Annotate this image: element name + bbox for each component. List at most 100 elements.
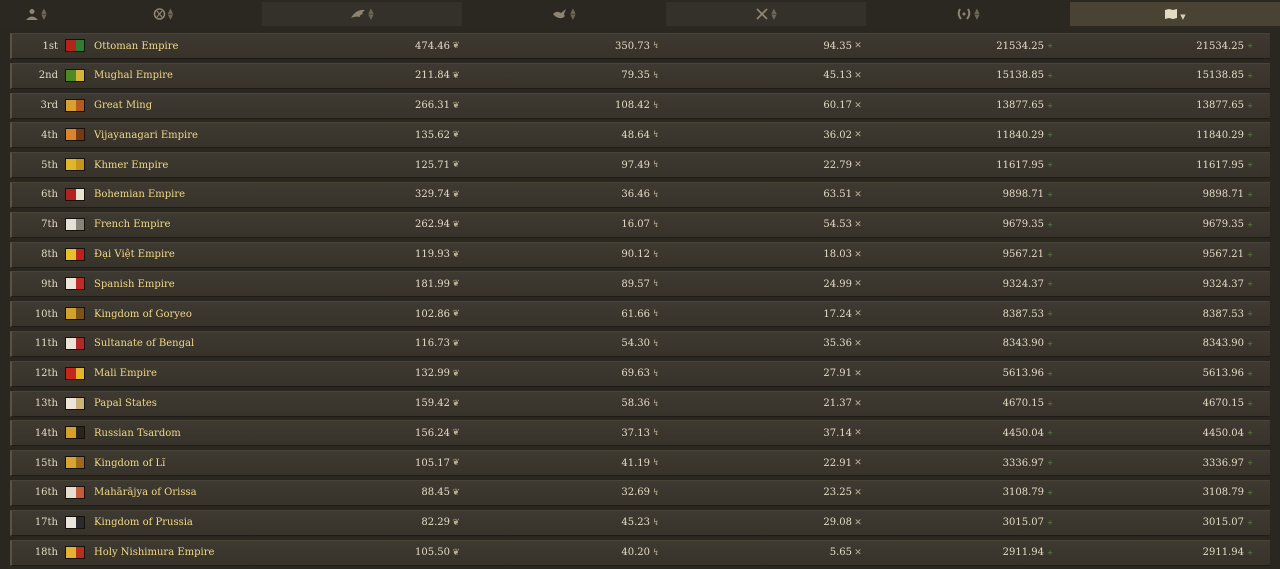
influence-icon: ❦ <box>452 547 460 558</box>
rank-label: 16th <box>34 487 58 499</box>
table-row[interactable]: 13th Papal States 159.42 ❦ 58.36 ↯ 21.37 ✕ 4670.… <box>10 390 1270 417</box>
stat-cell: 3108.79 + <box>1072 481 1254 505</box>
stat-value: 11840.29 <box>996 129 1044 141</box>
influence-icon: ❦ <box>452 249 460 260</box>
stat-value: 9898.71 <box>1002 189 1044 201</box>
table-row[interactable]: 3rd Great Ming 266.31 ❦ 108.42 ↯ 60.17 ✕ 13877.6… <box>10 92 1270 119</box>
country-name[interactable]: French Empire <box>94 213 170 237</box>
table-row[interactable]: 4th Vijayanagari Empire 135.62 ❦ 48.64 ↯ 36.02… <box>10 122 1270 149</box>
stat-value: 262.94 <box>415 219 450 231</box>
influence-icon: ❦ <box>452 219 460 230</box>
table-row[interactable]: 15th Kingdom of Lĭ 105.17 ❦ 41.19 ↯ 22.91 ✕ 3336… <box>10 450 1270 477</box>
country-name[interactable]: Sultanate of Bengal <box>94 332 194 356</box>
sort-ruler-header[interactable]: ▲ ▼ <box>10 2 62 26</box>
stat-cell: 3108.79 + <box>872 481 1054 505</box>
stat-cell: 27.91 ✕ <box>672 362 862 386</box>
stat-cell: 37.14 ✕ <box>672 421 862 445</box>
country-name[interactable]: Đại Việt Empire <box>94 243 175 267</box>
table-row[interactable]: 11th Sultanate of Bengal 116.73 ❦ 54.30 ↯ 35.3… <box>10 330 1270 357</box>
sort-religion-header[interactable]: ▲ ▼ <box>64 2 262 26</box>
stat-cell: 36.46 ↯ <box>472 183 660 207</box>
country-name[interactable]: Kingdom of Goryeo <box>94 302 192 326</box>
stat-cell: 156.24 ❦ <box>262 421 460 445</box>
trend-up-icon: + <box>1047 101 1053 110</box>
sort-arrows-icon: ▲ ▼ <box>570 7 576 21</box>
stat-value: 36.02 <box>823 129 852 141</box>
country-name[interactable]: Bohemian Empire <box>94 183 185 207</box>
dove-icon: ↯ <box>652 219 660 230</box>
stat-value: 9567.21 <box>1202 249 1244 261</box>
table-row[interactable]: 16th Mahārājya of Orissa 88.45 ❦ 32.69 ↯ 23.25… <box>10 479 1270 506</box>
stat-cell: 181.99 ❦ <box>262 272 460 296</box>
stat-value: 18.03 <box>823 249 852 261</box>
country-name[interactable]: Vijayanagari Empire <box>94 123 198 147</box>
stat-cell: 132.99 ❦ <box>262 362 460 386</box>
stat-cell: 89.57 ↯ <box>472 272 660 296</box>
country-name[interactable]: Ottoman Empire <box>94 34 178 58</box>
trend-up-icon: + <box>1047 518 1053 527</box>
trend-up-icon: + <box>1247 280 1253 289</box>
crossed-swords-icon: ✕ <box>854 100 862 111</box>
crossed-swords-icon: ✕ <box>854 279 862 290</box>
sort-score-header[interactable]: ▼ <box>1070 2 1280 26</box>
ruler-person-icon <box>25 8 39 20</box>
trend-up-icon: + <box>1047 280 1053 289</box>
country-name[interactable]: Kingdom of Lĭ <box>94 451 165 475</box>
dove-icon: ↯ <box>652 249 660 260</box>
table-row[interactable]: 8th Đại Việt Empire 119.93 ❦ 90.12 ↯ 18.03 ✕ 956… <box>10 241 1270 268</box>
country-name[interactable]: Spanish Empire <box>94 272 175 296</box>
table-row[interactable]: 7th French Empire 262.94 ❦ 16.07 ↯ 54.53 ✕ 9679.… <box>10 211 1270 238</box>
table-row[interactable]: 9th Spanish Empire 181.99 ❦ 89.57 ↯ 24.99 ✕ 9324… <box>10 271 1270 298</box>
laurel-wreath-icon <box>956 8 972 20</box>
country-name[interactable]: Mahārājya of Orissa <box>94 481 197 505</box>
stat-cell: 45.23 ↯ <box>472 511 660 535</box>
table-row[interactable]: 6th Bohemian Empire 329.74 ❦ 36.46 ↯ 63.51 ✕ 989… <box>10 181 1270 208</box>
country-name[interactable]: Great Ming <box>94 94 152 118</box>
stat-cell: 8343.90 + <box>872 332 1054 356</box>
table-row[interactable]: 5th Khmer Empire 125.71 ❦ 97.49 ↯ 22.79 ✕ 11617.… <box>10 152 1270 179</box>
country-name[interactable]: Mughal Empire <box>94 64 173 88</box>
country-flag-icon <box>65 217 85 231</box>
sort-diplomacy-header[interactable]: ▲ ▼ <box>464 2 664 26</box>
trend-up-icon: + <box>1247 310 1253 319</box>
crossed-swords-icon: ✕ <box>854 160 862 171</box>
stat-value: 11840.29 <box>1196 129 1244 141</box>
trend-up-icon: + <box>1047 190 1053 199</box>
country-name[interactable]: Papal States <box>94 392 157 416</box>
sort-influence-header[interactable]: ▲ ▼ <box>262 2 462 26</box>
stat-cell: 4670.15 + <box>872 392 1054 416</box>
country-name[interactable]: Russian Tsardom <box>94 421 181 445</box>
country-name[interactable]: Mali Empire <box>94 362 157 386</box>
stat-cell: 11617.95 + <box>1072 153 1254 177</box>
influence-icon: ❦ <box>452 70 460 81</box>
trend-up-icon: + <box>1247 459 1253 468</box>
stat-cell: 4450.04 + <box>872 421 1054 445</box>
table-row[interactable]: 14th Russian Tsardom 156.24 ❦ 37.13 ↯ 37.14 ✕ 44… <box>10 420 1270 447</box>
table-row[interactable]: 1st Ottoman Empire 474.46 ❦ 350.73 ↯ 94.35 ✕ 215… <box>10 33 1270 59</box>
table-row[interactable]: 12th Mali Empire 132.99 ❦ 69.63 ↯ 27.91 ✕ 5613.9… <box>10 360 1270 387</box>
stat-cell: 159.42 ❦ <box>262 392 460 416</box>
stat-value: 29.08 <box>823 517 852 529</box>
stat-value: 9679.35 <box>1002 219 1044 231</box>
sort-arrows-icon: ▲ ▼ <box>167 7 174 21</box>
stat-value: 116.73 <box>415 338 450 350</box>
sort-military-header[interactable]: ▲ ▼ <box>666 2 866 26</box>
table-row[interactable]: 2nd Mughal Empire 211.84 ❦ 79.35 ↯ 45.13 ✕ 15138… <box>10 62 1270 89</box>
country-name[interactable]: Kingdom of Prussia <box>94 511 193 535</box>
country-name[interactable]: Khmer Empire <box>94 153 168 177</box>
stat-value: 135.62 <box>415 129 450 141</box>
crossed-swords-icon: ✕ <box>854 249 862 260</box>
stat-value: 8387.53 <box>1002 308 1044 320</box>
influence-icon: ❦ <box>452 368 460 379</box>
rank-label: 4th <box>41 129 58 141</box>
stat-value: 82.29 <box>421 517 450 529</box>
stat-value: 24.99 <box>823 278 852 290</box>
stat-value: 105.17 <box>415 457 450 469</box>
table-row[interactable]: 18th Holy Nishimura Empire 105.50 ❦ 40.20 ↯ 5.… <box>10 539 1270 566</box>
table-row[interactable]: 10th Kingdom of Goryeo 102.86 ❦ 61.66 ↯ 17.24 ✕… <box>10 301 1270 328</box>
country-name[interactable]: Holy Nishimura Empire <box>94 541 214 565</box>
sort-prestige-header[interactable]: ▲ ▼ <box>868 2 1068 26</box>
stat-cell: 88.45 ❦ <box>262 481 460 505</box>
table-row[interactable]: 17th Kingdom of Prussia 82.29 ❦ 45.23 ↯ 29.08 ✕… <box>10 509 1270 536</box>
stat-value: 88.45 <box>421 487 450 499</box>
